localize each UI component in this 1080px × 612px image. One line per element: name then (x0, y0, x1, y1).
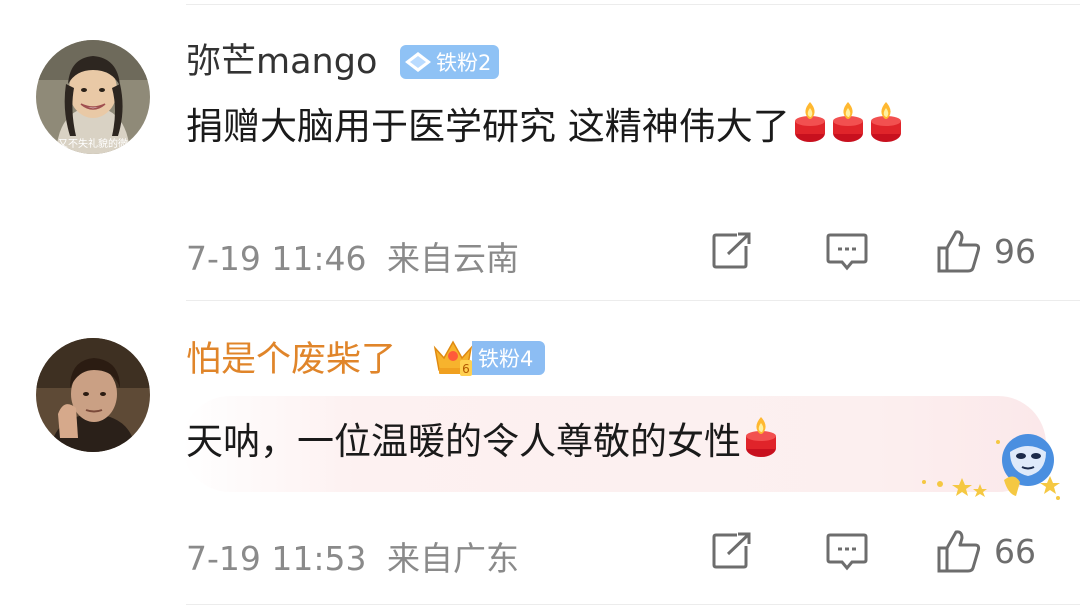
candle-emoji (792, 99, 828, 161)
like-button[interactable]: 66 (936, 528, 1036, 574)
share-icon (712, 532, 751, 569)
like-count: 66 (994, 531, 1036, 571)
comment-meta: 7-19 11:46 来自云南 (186, 232, 519, 280)
svg-text:6: 6 (462, 362, 470, 376)
comment-button[interactable] (826, 532, 868, 572)
fan-badge-label: 铁粉4 (478, 347, 534, 371)
divider (186, 604, 1080, 605)
comment-button[interactable] (826, 232, 868, 272)
fan-badge-label: 铁粉2 (436, 51, 492, 75)
username[interactable]: 怕是个废柴了 (186, 340, 396, 380)
location: 来自广东 (387, 539, 519, 578)
fan-badge[interactable]: 铁粉2 (400, 45, 500, 79)
like-count: 96 (994, 231, 1036, 271)
comment-body: 天呐，一位温暖的令人尊敬的女性 (186, 420, 741, 463)
timestamp: 7-19 11:46 (186, 239, 367, 278)
svg-text:又不失礼貌的微: 又不失礼貌的微 (58, 137, 128, 150)
share-icon (712, 232, 751, 269)
username[interactable]: 弥芒mango (186, 42, 377, 82)
candle-emoji (743, 414, 779, 476)
fan-badge[interactable]: 6 铁粉4 (432, 340, 546, 376)
diamond-icon (405, 52, 431, 72)
crown-icon: 6 (433, 340, 473, 376)
avatar[interactable]: 又不失礼貌的微 (36, 40, 150, 154)
candle-emoji (830, 99, 866, 161)
divider (186, 300, 1080, 301)
comment-body: 捐赠大脑用于医学研究 这精神伟大了 (186, 105, 790, 148)
share-button[interactable] (711, 532, 753, 570)
share-button[interactable] (711, 232, 753, 270)
comment-text: 天呐，一位温暖的令人尊敬的女性 (186, 412, 779, 476)
comment-icon (826, 533, 868, 571)
avatar[interactable] (36, 338, 150, 452)
comment-meta: 7-19 11:53 来自广东 (186, 532, 519, 580)
timestamp: 7-19 11:53 (186, 539, 367, 578)
thumbs-up-icon (937, 230, 981, 273)
comment-text: 捐赠大脑用于医学研究 这精神伟大了 (186, 97, 1006, 161)
location: 来自云南 (387, 239, 519, 278)
fan-sticker-icon (918, 432, 1068, 508)
like-button[interactable]: 96 (936, 228, 1036, 274)
comment-icon (826, 233, 868, 271)
thumbs-up-icon (937, 530, 981, 573)
divider-top (186, 4, 1080, 5)
candle-emoji (868, 99, 904, 161)
